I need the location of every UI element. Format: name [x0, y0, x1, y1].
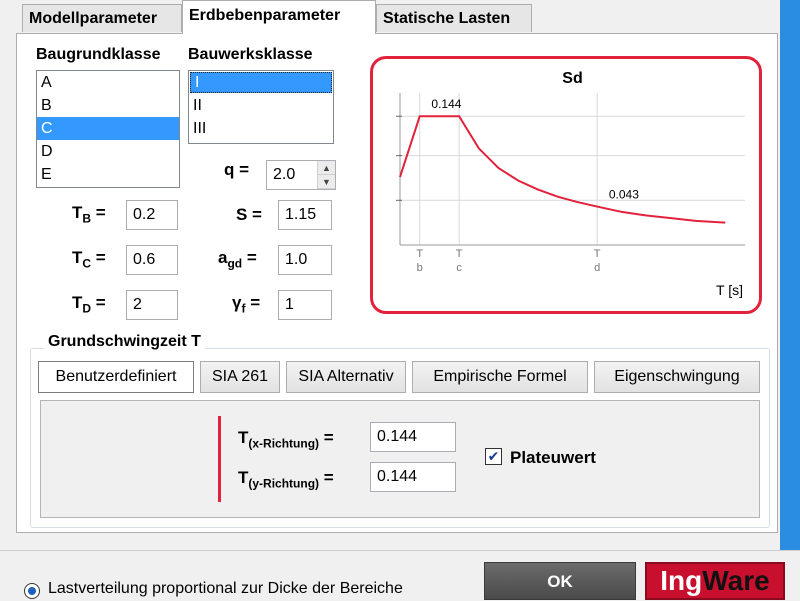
tc-field[interactable]: 0.6 [126, 245, 178, 275]
list-item[interactable]: E [37, 163, 179, 186]
benutzerdefiniert-button[interactable]: Benutzerdefiniert [38, 361, 194, 393]
gamma-f-label: γf = [232, 293, 261, 316]
ty-field[interactable]: 0.144 [370, 462, 456, 492]
gamma-f-field[interactable]: 1 [278, 290, 332, 320]
accent-bar [218, 416, 221, 502]
agd-field[interactable]: 1.0 [278, 245, 332, 275]
ty-label: T(y-Richtung) = [238, 468, 334, 491]
tab-bar: Modellparameter Erdbebenparameter Statis… [0, 0, 800, 34]
list-item-selected[interactable]: I [190, 72, 332, 93]
q-stepper[interactable]: 2.0 ▲ ▼ [266, 160, 336, 190]
ingware-logo: IngWare [645, 562, 785, 600]
td-label: TD = [72, 293, 106, 316]
data-label: 0.043 [609, 188, 639, 202]
bauwerksklasse-label: Bauwerksklasse [188, 46, 313, 63]
sd-chart-frame: Sd 0.144 0.043 Tb Tc Td T [s] [370, 56, 762, 314]
q-label: q = [224, 160, 250, 179]
tab-statische-lasten[interactable]: Statische Lasten [376, 4, 532, 32]
sia-261-button[interactable]: SIA 261 [200, 361, 280, 393]
list-item[interactable]: A [37, 71, 179, 94]
tb-label: TB = [72, 203, 106, 226]
q-spin[interactable]: ▲ ▼ [317, 161, 335, 189]
ok-button[interactable]: OK [484, 562, 636, 600]
tx-field[interactable]: 0.144 [370, 422, 456, 452]
td-field[interactable]: 2 [126, 290, 178, 320]
spin-up-icon[interactable]: ▲ [318, 161, 335, 175]
list-item[interactable]: B [37, 94, 179, 117]
agd-label: agd = [218, 248, 257, 271]
lastverteilung-radio[interactable] [24, 583, 40, 599]
list-item[interactable]: II [189, 94, 333, 117]
tc-label: TC = [72, 248, 106, 271]
eigenschwingung-button[interactable]: Eigenschwingung [594, 361, 760, 393]
x-tick-label: T [594, 248, 601, 260]
grundschwingzeit-title: Grundschwingzeit T [44, 333, 205, 351]
tab-modellparameter[interactable]: Modellparameter [22, 4, 182, 32]
sd-chart: Sd0.1440.043TbTcTdT [s] [396, 70, 745, 298]
q-value: 2.0 [273, 166, 296, 183]
list-item[interactable]: III [189, 117, 333, 140]
plateauwert-checkbox[interactable]: ✔ [485, 448, 502, 465]
benutzerdefiniert-panel [40, 400, 760, 518]
baugrundklasse-list[interactable]: A B C D E [36, 70, 180, 188]
check-icon: ✔ [487, 448, 500, 464]
list-item-selected[interactable]: C [37, 117, 179, 140]
x-tick-sublabel: b [417, 262, 423, 274]
list-item[interactable]: D [37, 140, 179, 163]
sia-alternativ-button[interactable]: SIA Alternativ [286, 361, 406, 393]
data-label: 0.144 [431, 97, 461, 111]
chart-title: Sd [562, 70, 582, 87]
x-tick-sublabel: d [594, 262, 600, 274]
tab-erdbebenparameter[interactable]: Erdbebenparameter [182, 0, 376, 34]
lastverteilung-label: Lastverteilung proportional zur Dicke de… [48, 580, 403, 597]
tb-field[interactable]: 0.2 [126, 200, 178, 230]
empirische-formel-button[interactable]: Empirische Formel [412, 361, 588, 393]
x-tick-label: T [456, 248, 463, 260]
x-axis-label: T [s] [716, 282, 743, 298]
plateauwert-label: Plateuwert [510, 448, 596, 467]
baugrundklasse-label: Baugrundklasse [36, 46, 161, 63]
bauwerksklasse-list[interactable]: I II III [188, 70, 334, 144]
s-field[interactable]: 1.15 [278, 200, 332, 230]
tx-label: T(x-Richtung) = [238, 428, 334, 451]
s-label: S = [236, 205, 262, 224]
x-tick-label: T [416, 248, 423, 260]
sd-series-line [399, 115, 726, 224]
spin-down-icon[interactable]: ▼ [318, 175, 335, 189]
window-edge [780, 0, 800, 550]
x-tick-sublabel: c [456, 262, 462, 274]
